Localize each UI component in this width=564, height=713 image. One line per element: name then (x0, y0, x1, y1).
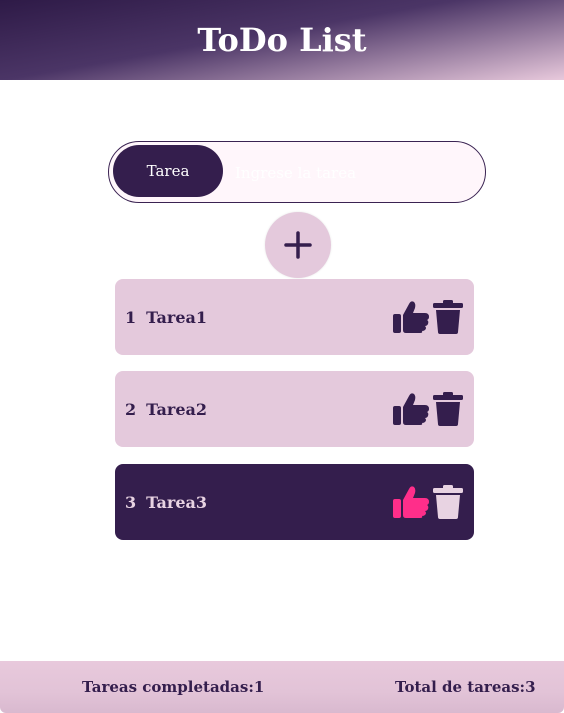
task-number: 1 (125, 307, 137, 327)
page-title: ToDo List (197, 21, 367, 59)
task-item: 2 Tarea2 (115, 371, 474, 447)
task-item-completed: 3 Tarea3 (115, 464, 474, 540)
app-footer: Tareas completadas:1 Total de tareas:3 (0, 661, 564, 713)
task-form: Tarea (108, 141, 486, 203)
add-task-button[interactable] (265, 212, 331, 278)
app-header: ToDo List (0, 0, 564, 80)
task-text: Tarea1 (146, 307, 207, 327)
complete-button[interactable] (392, 392, 430, 426)
completed-count: Tareas completadas:1 (82, 678, 265, 696)
task-text: Tarea2 (146, 399, 207, 419)
thumbs-up-icon (393, 301, 429, 333)
thumbs-up-icon (393, 393, 429, 425)
task-number: 2 (125, 399, 137, 419)
delete-button[interactable] (432, 484, 464, 520)
task-item: 1 Tarea1 (115, 279, 474, 355)
complete-button[interactable] (392, 300, 430, 334)
delete-button[interactable] (432, 299, 464, 335)
delete-button[interactable] (432, 391, 464, 427)
thumbs-up-icon (393, 486, 429, 518)
trash-icon (433, 300, 463, 334)
total-count: Total de tareas:3 (395, 678, 536, 696)
task-label: Tarea (113, 145, 223, 197)
task-number: 3 (125, 492, 137, 512)
task-text: Tarea3 (146, 492, 207, 512)
complete-button[interactable] (392, 485, 430, 519)
trash-icon (433, 485, 463, 519)
task-input[interactable] (233, 154, 477, 192)
trash-icon (433, 392, 463, 426)
plus-icon (284, 231, 312, 259)
